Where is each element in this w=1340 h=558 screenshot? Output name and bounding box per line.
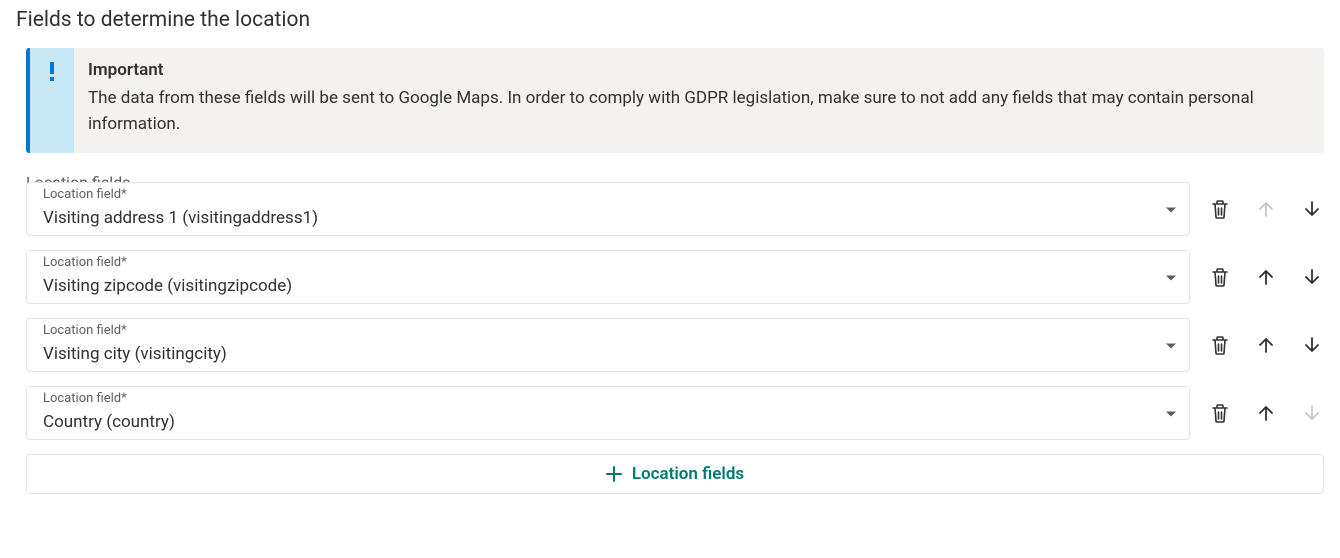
move-down-button[interactable] [1300,265,1324,289]
select-floating-label: Location field* [43,323,127,338]
select-value: Visiting address 1 (visitingaddress1) [43,208,318,228]
chevron-down-icon [1165,404,1177,423]
location-field-row: Location field* Visiting zipcode (visitin… [26,250,1324,304]
alert-title: Important [88,60,1306,80]
delete-button[interactable] [1208,401,1232,425]
move-down-button [1300,401,1324,425]
section-title: Fields to determine the location [16,8,1324,32]
location-field-select[interactable]: Location field* Country (country) [26,386,1190,440]
move-up-button[interactable] [1254,333,1278,357]
alert-text: The data from these fields will be sent … [88,86,1306,137]
add-button-label: Location fields [632,464,744,484]
move-up-button[interactable] [1254,401,1278,425]
location-field-select[interactable]: Location field* Visiting address 1 (visit… [26,182,1190,236]
row-actions [1208,333,1324,357]
select-value: Country (country) [43,412,175,432]
add-location-field-button[interactable]: Location fields [26,454,1324,494]
location-field-row: Location field* Visiting city (visitingci… [26,318,1324,372]
chevron-down-icon [1165,200,1177,219]
move-up-button[interactable] [1254,265,1278,289]
row-actions [1208,265,1324,289]
select-floating-label: Location field* [43,391,127,406]
select-floating-label: Location field* [43,255,127,270]
select-value: Visiting city (visitingcity) [43,344,227,364]
delete-button[interactable] [1208,197,1232,221]
alert-icon-column [30,48,74,153]
select-value: Visiting zipcode (visitingzipcode) [43,276,292,296]
location-field-row: Location field* Visiting address 1 (visit… [26,182,1324,236]
move-down-button[interactable] [1300,197,1324,221]
plus-icon [606,466,622,482]
row-actions [1208,401,1324,425]
chevron-down-icon [1165,268,1177,287]
important-alert: Important The data from these fields wil… [26,48,1324,153]
row-actions [1208,197,1324,221]
delete-button[interactable] [1208,333,1232,357]
chevron-down-icon [1165,336,1177,355]
location-field-select[interactable]: Location field* Visiting city (visitingci… [26,318,1190,372]
location-field-select[interactable]: Location field* Visiting zipcode (visitin… [26,250,1190,304]
move-down-button[interactable] [1300,333,1324,357]
important-icon [49,62,55,153]
select-floating-label: Location field* [43,187,127,202]
delete-button[interactable] [1208,265,1232,289]
location-field-row: Location field* Country (country) [26,386,1324,440]
move-up-button [1254,197,1278,221]
